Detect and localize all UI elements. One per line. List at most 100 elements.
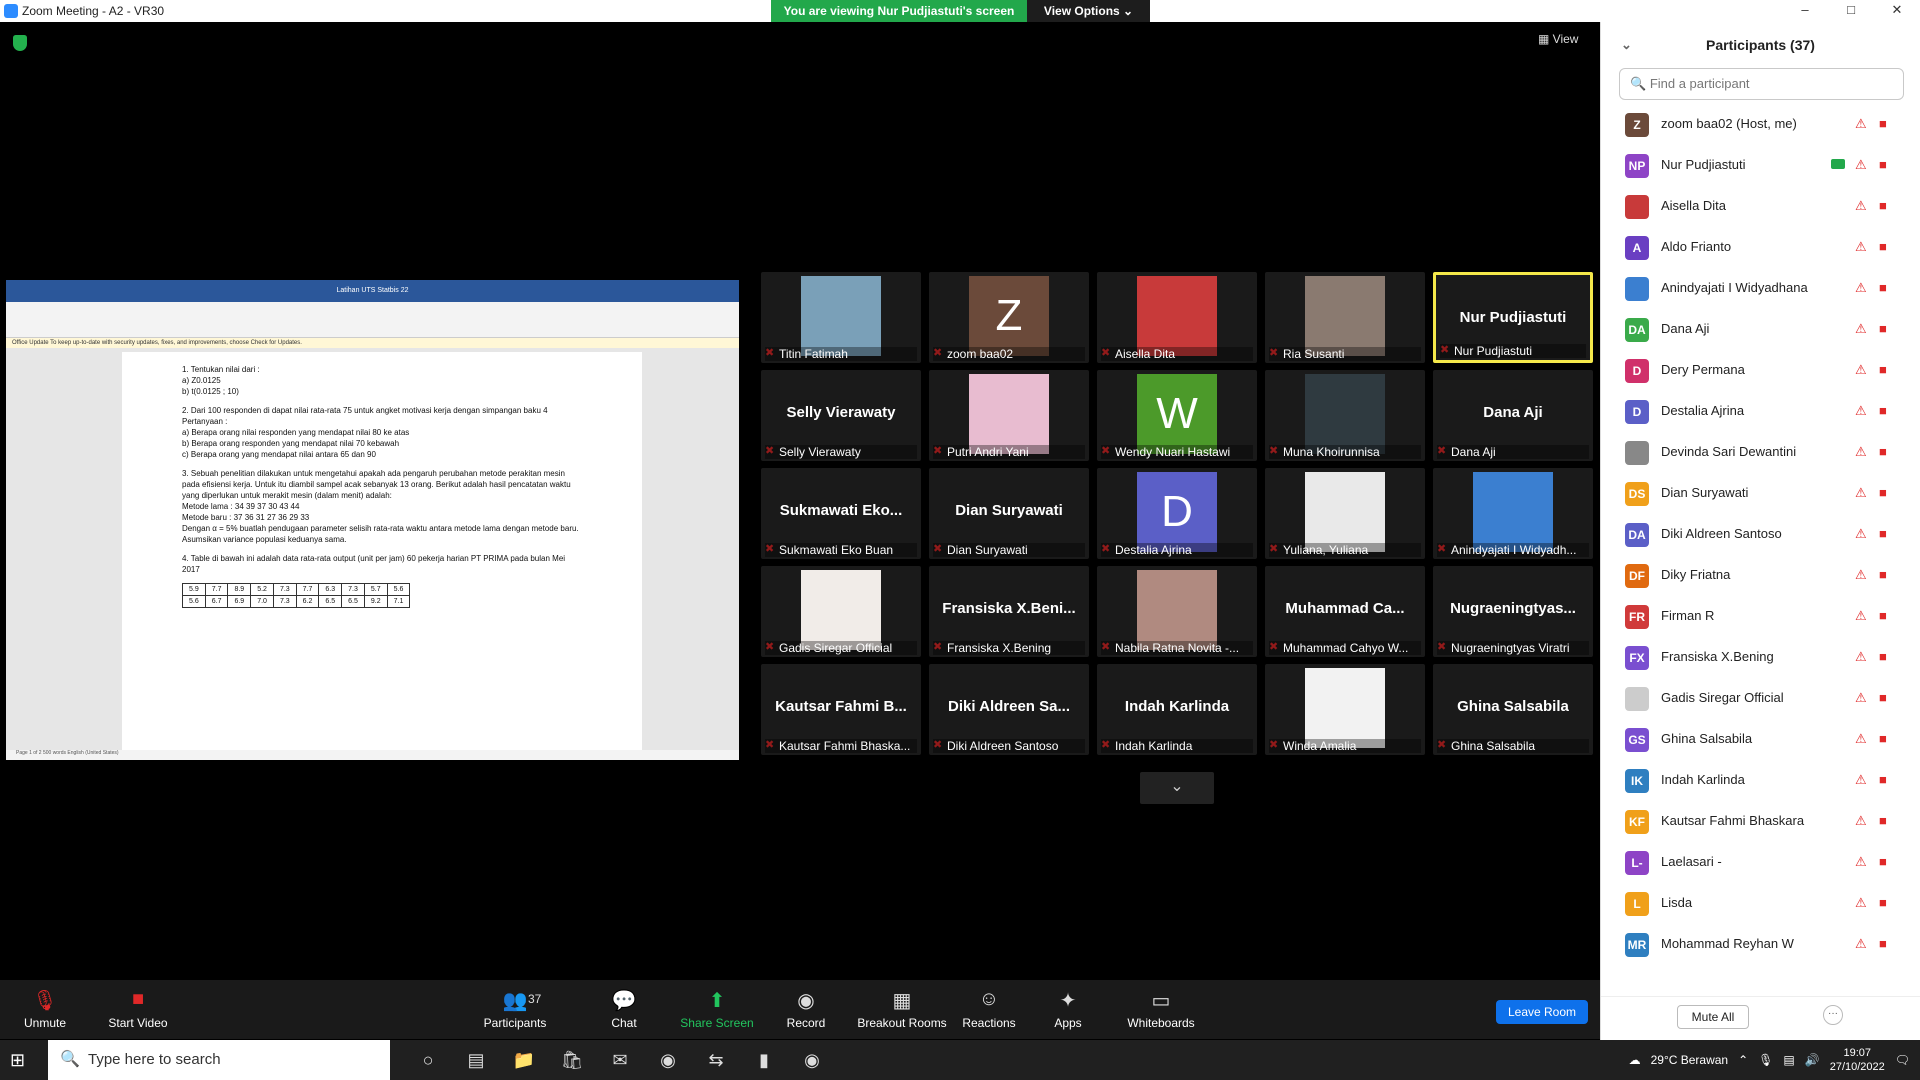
video-off-icon: ■ <box>1879 198 1887 213</box>
file-explorer-icon[interactable]: 📁 <box>500 1044 548 1076</box>
muted-mic-icon: ⚠ <box>1855 567 1867 582</box>
video-tile[interactable]: ✖ Aisella Dita <box>1097 272 1257 363</box>
weather-icon[interactable]: ☁ <box>1629 1053 1641 1067</box>
video-tile[interactable]: Z ✖ zoom baa02 <box>929 272 1089 363</box>
participant-avatar: DF <box>1625 564 1649 588</box>
weather-text[interactable]: 29°C Berawan <box>1651 1053 1729 1067</box>
profile-photo <box>969 374 1049 454</box>
participant-row[interactable]: L Lisda ⚠ ■ <box>1601 883 1920 924</box>
notification-icon[interactable]: 🗨 <box>1895 1053 1910 1067</box>
participant-row[interactable]: FR Firman R ⚠ ■ <box>1601 596 1920 637</box>
widgets-icon[interactable]: ▤ <box>452 1044 500 1076</box>
video-tile[interactable]: ✖ Winda Amalia <box>1265 664 1425 755</box>
participants-count: 37 <box>528 992 542 1006</box>
minimize-button[interactable]: – <box>1782 0 1828 22</box>
whiteboards-button[interactable]: ▭ Whiteboards <box>1111 988 1211 1030</box>
video-tile[interactable]: ✖ Nabila Ratna Novita -... <box>1097 566 1257 657</box>
security-shield-icon[interactable] <box>13 35 27 51</box>
participant-row[interactable]: Aisella Dita ⚠ ■ <box>1601 186 1920 227</box>
zoom-taskbar-icon[interactable]: ▮ <box>740 1044 788 1076</box>
video-tile[interactable]: ✖ Gadis Siregar Official <box>761 566 921 657</box>
participant-avatar: A <box>1625 236 1649 260</box>
participant-avatar: DS <box>1625 482 1649 506</box>
record-button[interactable]: ◉ Record <box>761 988 851 1030</box>
volume-icon[interactable]: 🔊 <box>1805 1053 1820 1067</box>
participant-row[interactable]: KF Kautsar Fahmi Bhaskara ⚠ ■ <box>1601 801 1920 842</box>
video-tile[interactable]: W ✖ Wendy Nuari Hastawi <box>1097 370 1257 461</box>
participant-row[interactable]: FX Fransiska X.Bening ⚠ ■ <box>1601 637 1920 678</box>
tile-display-name: Nur Pudjiastuti <box>1459 309 1567 326</box>
video-tile[interactable]: Diki Aldreen Sa... ✖ Diki Aldreen Santoso <box>929 664 1089 755</box>
apps-button[interactable]: ✦ Apps <box>1023 988 1113 1030</box>
network-icon[interactable]: ▤ <box>1783 1053 1794 1067</box>
video-tile[interactable]: D ✖ Destalia Ajrina <box>1097 468 1257 559</box>
teamviewer-icon[interactable]: ⇆ <box>692 1044 740 1076</box>
participant-row[interactable]: DA Diki Aldreen Santoso ⚠ ■ <box>1601 514 1920 555</box>
participant-row[interactable]: Zzoom baa02 (Host, me) ⚠ ■ <box>1601 104 1920 145</box>
video-tile[interactable]: Ghina Salsabila ✖ Ghina Salsabila <box>1433 664 1593 755</box>
video-tile[interactable]: Kautsar Fahmi B... ✖ Kautsar Fahmi Bhaska.… <box>761 664 921 755</box>
video-tile[interactable]: Sukmawati Eko... ✖ Sukmawati Eko Buan <box>761 468 921 559</box>
video-off-icon: ■ <box>1879 526 1887 541</box>
document-line: 2. Dari 100 responden di dapat nilai rat… <box>182 406 548 415</box>
participant-row[interactable]: IK Indah Karlinda ⚠ ■ <box>1601 760 1920 801</box>
participant-row[interactable]: GS Ghina Salsabila ⚠ ■ <box>1601 719 1920 760</box>
taskbar-search-input[interactable]: 🔍 Type here to search <box>48 1040 390 1080</box>
participant-row[interactable]: Devinda Sari Dewantini ⚠ ■ <box>1601 432 1920 473</box>
video-tile[interactable]: Selly Vierawaty ✖ Selly Vierawaty <box>761 370 921 461</box>
more-options-button[interactable]: ··· <box>1823 1005 1843 1025</box>
participant-row[interactable]: D Dery Permana ⚠ ■ <box>1601 350 1920 391</box>
mic-tray-icon[interactable]: 🎙 <box>1758 1053 1773 1067</box>
video-tile[interactable]: ✖ Ria Susanti <box>1265 272 1425 363</box>
taskbar-clock[interactable]: 19:07 27/10/2022 <box>1830 1046 1885 1074</box>
mute-all-button[interactable]: Mute All <box>1677 1005 1749 1029</box>
task-view-icon[interactable]: ○ <box>404 1044 452 1076</box>
breakout-rooms-button[interactable]: ▦ Breakout Rooms <box>852 988 952 1030</box>
video-tile[interactable]: Indah Karlinda ✖ Indah Karlinda <box>1097 664 1257 755</box>
video-tile[interactable]: Dian Suryawati ✖ Dian Suryawati <box>929 468 1089 559</box>
leave-room-button[interactable]: Leave Room <box>1496 1000 1588 1024</box>
restore-button[interactable]: □ <box>1828 0 1874 22</box>
participants-button[interactable]: 👥 Participants <box>470 988 560 1030</box>
participant-row[interactable]: A Aldo Frianto ⚠ ■ <box>1601 227 1920 268</box>
unmute-button[interactable]: 🎙 Unmute <box>0 988 90 1030</box>
windows-start-icon[interactable]: ⊞ <box>10 1050 25 1071</box>
participant-row[interactable]: L- Laelasari - ⚠ ■ <box>1601 842 1920 883</box>
video-tile[interactable]: ✖ Titin Fatimah <box>761 272 921 363</box>
tray-chevron-icon[interactable]: ⌃ <box>1738 1053 1748 1067</box>
start-video-button[interactable]: ■ Start Video <box>93 988 183 1030</box>
view-button[interactable]: ▦ View <box>1538 32 1578 46</box>
participant-row[interactable]: DS Dian Suryawati ⚠ ■ <box>1601 473 1920 514</box>
participant-row[interactable]: Gadis Siregar Official ⚠ ■ <box>1601 678 1920 719</box>
store-icon[interactable]: 🛍 <box>548 1044 596 1076</box>
mail-icon[interactable]: ✉ <box>596 1044 644 1076</box>
participant-row[interactable]: Anindyajati I Widyadhana ⚠ ■ <box>1601 268 1920 309</box>
table-cell: 6.7 <box>204 595 229 608</box>
participant-row[interactable]: DA Dana Aji ⚠ ■ <box>1601 309 1920 350</box>
chrome-icon[interactable]: ◉ <box>644 1044 692 1076</box>
share-screen-button[interactable]: ⬆ Share Screen <box>672 988 762 1030</box>
participant-row[interactable]: DF Diky Friatna ⚠ ■ <box>1601 555 1920 596</box>
video-tile[interactable]: Fransiska X.Beni... ✖ Fransiska X.Bening <box>929 566 1089 657</box>
video-tile[interactable]: ✖ Putri Andri Yani <box>929 370 1089 461</box>
tile-name-label: zoom baa02 <box>933 347 1085 361</box>
table-cell: 8.9 <box>227 583 252 596</box>
find-participant-input[interactable]: 🔍 Find a participant <box>1619 68 1904 100</box>
video-tile[interactable]: Dana Aji ✖ Dana Aji <box>1433 370 1593 461</box>
view-options-button[interactable]: View Options ⌄ <box>1027 0 1150 22</box>
chrome-alt-icon[interactable]: ◉ <box>788 1044 836 1076</box>
video-tile[interactable]: Nugraeningtyas... ✖ Nugraeningtyas Viratri <box>1433 566 1593 657</box>
collapse-panel-icon[interactable]: ⌄ <box>1621 22 1632 68</box>
video-tile[interactable]: ✖ Muna Khoirunnisa <box>1265 370 1425 461</box>
video-tile[interactable]: ✖ Yuliana, Yuliana <box>1265 468 1425 559</box>
video-tile[interactable]: Muhammad Ca... ✖ Muhammad Cahyo W... <box>1265 566 1425 657</box>
chevron-down-icon[interactable]: ⌄ <box>1140 772 1214 804</box>
participant-row[interactable]: NP Nur Pudjiastuti ⚠ ■ <box>1601 145 1920 186</box>
video-tile[interactable]: ✖ Anindyajati I Widyadh... <box>1433 468 1593 559</box>
participant-row[interactable]: D Destalia Ajrina ⚠ ■ <box>1601 391 1920 432</box>
close-window-button[interactable]: ✕ <box>1874 0 1920 22</box>
chat-button[interactable]: 💬 Chat <box>579 988 669 1030</box>
reactions-button[interactable]: ☺ Reactions <box>944 988 1034 1030</box>
participant-row[interactable]: MR Mohammad Reyhan W ⚠ ■ <box>1601 924 1920 965</box>
video-tile[interactable]: Nur Pudjiastuti ✖ Nur Pudjiastuti <box>1433 272 1593 363</box>
